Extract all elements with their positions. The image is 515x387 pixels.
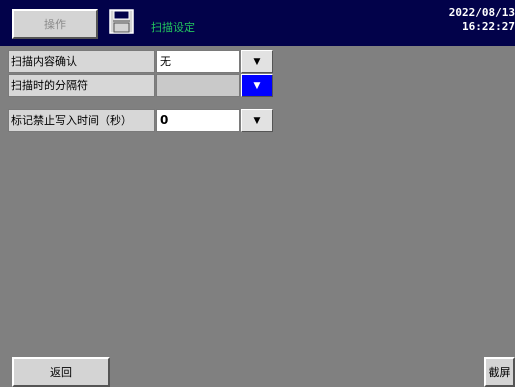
chevron-down-icon: ▼: [253, 56, 261, 67]
setting-value-field[interactable]: [156, 74, 240, 97]
header-bar: 操作 扫描设定 2022/08/13 16:22:27: [0, 0, 515, 46]
clock-date: 2022/08/13: [448, 6, 515, 19]
screenshot-button[interactable]: 截屏: [484, 357, 515, 387]
hmi-screen: 操作 扫描设定 2022/08/13 16:22:27 扫描内容确认 无 ▼ 扫…: [0, 0, 515, 387]
save-icon[interactable]: [109, 9, 134, 34]
setting-label: 标记禁止写入时间（秒）: [8, 109, 155, 132]
setting-label: 扫描内容确认: [8, 50, 155, 73]
chevron-down-icon: ▼: [253, 115, 261, 126]
dropdown-button[interactable]: ▼: [241, 74, 273, 97]
operate-button[interactable]: 操作: [12, 9, 98, 39]
setting-value-field[interactable]: 无: [156, 50, 240, 73]
clock-time: 16:22:27: [462, 20, 515, 33]
chevron-down-icon: ▼: [253, 80, 261, 91]
setting-value-field[interactable]: 0: [156, 109, 240, 132]
clock: 2022/08/13 16:22:27: [435, 6, 515, 34]
back-button[interactable]: 返回: [12, 357, 110, 387]
dropdown-button[interactable]: ▼: [241, 109, 273, 132]
dropdown-button[interactable]: ▼: [241, 50, 273, 73]
setting-label: 扫描时的分隔符: [8, 74, 155, 97]
screen-title: 扫描设定: [151, 21, 195, 34]
